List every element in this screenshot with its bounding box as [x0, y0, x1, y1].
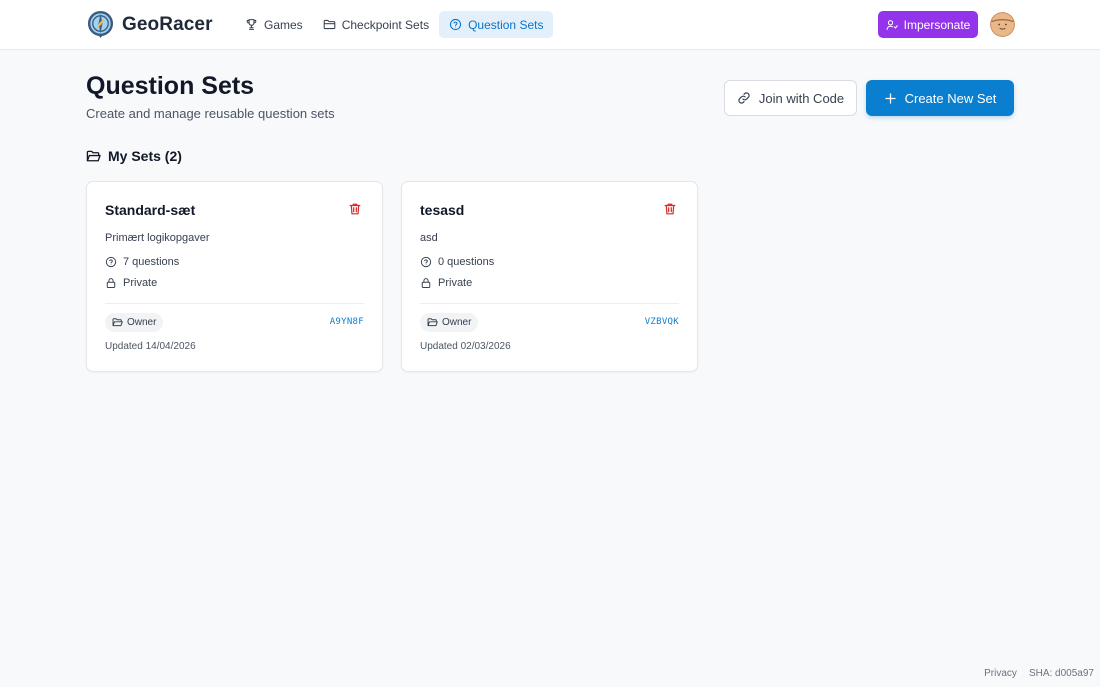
card-description: asd — [420, 232, 438, 244]
card-divider — [105, 303, 364, 304]
visibility-text: Private — [438, 277, 473, 289]
role-badge: Owner — [420, 313, 479, 332]
impersonate-button[interactable]: Impersonate — [878, 11, 978, 38]
create-new-set-label: Create New Set — [904, 90, 997, 106]
question-set-card[interactable]: tesasd asd 0 questions Private Owner VZB… — [401, 181, 698, 372]
folder-open-icon — [427, 318, 438, 327]
brand[interactable]: GeoRacer — [86, 10, 213, 39]
top-navigation-bar: GeoRacer Games Checkpoint Sets Question … — [0, 0, 1100, 50]
impersonate-label: Impersonate — [903, 17, 971, 32]
nav-item-checkpoint-sets[interactable]: Checkpoint Sets — [313, 11, 439, 38]
question-circle-icon — [420, 256, 432, 268]
folder-open-icon — [86, 150, 101, 161]
folder-open-icon — [112, 318, 123, 327]
plus-icon — [884, 92, 896, 104]
trash-icon[interactable] — [663, 202, 677, 216]
card-title: Standard-sæt — [105, 202, 196, 218]
card-divider — [420, 303, 679, 304]
nav-item-question-sets[interactable]: Question Sets — [439, 11, 554, 38]
compass-pin-logo-icon — [87, 10, 114, 39]
join-with-code-label: Join with Code — [758, 90, 845, 106]
create-new-set-button[interactable]: Create New Set — [866, 80, 1014, 116]
nav-item-games[interactable]: Games — [235, 11, 313, 38]
app-name: GeoRacer — [122, 13, 213, 35]
card-updated-date: Updated 02/03/2026 — [420, 341, 511, 352]
user-switch-icon — [886, 19, 898, 30]
question-count-text: 0 questions — [438, 256, 495, 268]
join-with-code-button[interactable]: Join with Code — [724, 80, 857, 116]
trophy-icon — [246, 19, 257, 30]
folder-icon — [323, 19, 335, 30]
card-visibility: Private — [420, 277, 472, 289]
section-title-my-sets: My Sets (2) — [86, 148, 182, 164]
visibility-text: Private — [123, 277, 158, 289]
nav-label: Games — [264, 17, 303, 32]
footer: Privacy SHA: d005a97 — [984, 668, 1094, 679]
build-sha: SHA: d005a97 — [1028, 668, 1094, 679]
lock-icon — [106, 278, 116, 288]
card-description: Primært logikopgaver — [105, 232, 210, 244]
card-question-count: 7 questions — [105, 256, 179, 268]
lock-icon — [421, 278, 431, 288]
card-question-count: 0 questions — [420, 256, 494, 268]
question-circle-icon — [450, 18, 462, 31]
section-title-label: My Sets (2) — [108, 148, 182, 164]
nav-label: Question Sets — [468, 17, 544, 32]
main-nav: Games Checkpoint Sets Question Sets — [235, 11, 554, 38]
trash-icon[interactable] — [348, 202, 362, 216]
page-title: Question Sets — [86, 72, 255, 100]
privacy-link[interactable]: Privacy — [984, 668, 1017, 679]
join-code[interactable]: A9YN8F — [330, 317, 364, 327]
role-badge: Owner — [105, 313, 164, 332]
question-set-card[interactable]: Standard-sæt Primært logikopgaver 7 ques… — [86, 181, 383, 372]
card-visibility: Private — [105, 277, 157, 289]
link-icon — [738, 92, 750, 104]
card-title: tesasd — [420, 202, 465, 218]
user-avatar[interactable] — [990, 12, 1015, 37]
join-code[interactable]: VZBVQK — [645, 317, 679, 327]
nav-label: Checkpoint Sets — [341, 17, 430, 32]
page-subtitle: Create and manage reusable question sets — [86, 106, 335, 121]
role-text: Owner — [127, 317, 157, 328]
role-text: Owner — [442, 317, 472, 328]
question-count-text: 7 questions — [123, 256, 180, 268]
card-updated-date: Updated 14/04/2026 — [105, 341, 196, 352]
question-circle-icon — [105, 256, 117, 268]
avatar-face-icon — [990, 12, 1015, 37]
